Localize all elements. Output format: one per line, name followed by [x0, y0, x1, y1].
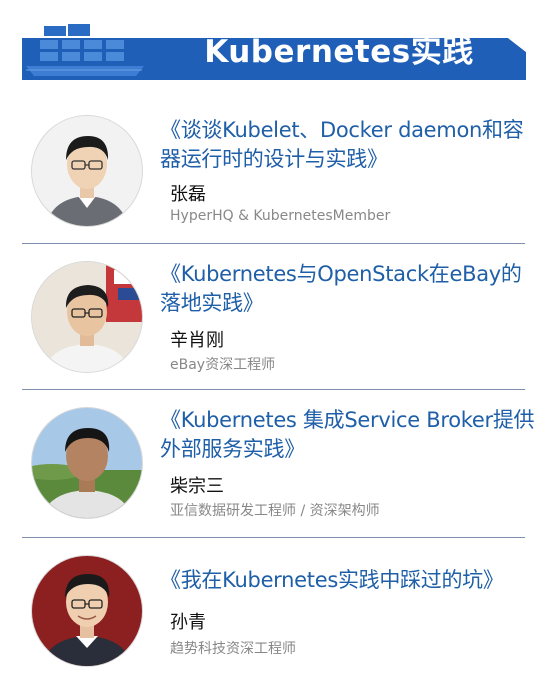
talk-title: 《我在Kubernetes实践中踩过的坑》: [160, 568, 504, 592]
avatar: [32, 408, 142, 518]
speaker-name: 张磊: [170, 184, 206, 205]
speaker-card: 《谈谈Kubelet、Docker daemon和容器运行时的设计与实践》 张磊…: [0, 98, 547, 245]
speaker-role: HyperHQ & KubernetesMember: [170, 208, 391, 224]
speaker-photo: [32, 262, 142, 372]
speaker-role: 亚信数据研发工程师 / 资深架构师: [170, 503, 380, 519]
speaker-role: 趋势科技资深工程师: [170, 641, 296, 657]
page-title: Kubernetes实践: [204, 34, 474, 70]
speaker-photo: [32, 116, 142, 226]
speaker-card: 《我在Kubernetes实践中踩过的坑》 孙青 趋势科技资深工程师: [0, 538, 547, 685]
talk-title: 《Kubernetes 集成Service Broker提供外部服务实践》: [160, 408, 535, 461]
speaker-card: 《Kubernetes 集成Service Broker提供外部服务实践》 柴宗…: [0, 390, 547, 537]
avatar: [32, 262, 142, 372]
speaker-photo: [32, 408, 142, 518]
speaker-card: 《Kubernetes与OpenStack在eBay的落地实践》 辛肖刚 eBa…: [0, 244, 547, 391]
speaker-role: eBay资深工程师: [170, 357, 276, 373]
talk-title: 《谈谈Kubelet、Docker daemon和容器运行时的设计与实践》: [160, 118, 524, 171]
talk-title: 《Kubernetes与OpenStack在eBay的落地实践》: [160, 262, 522, 315]
speaker-name: 柴宗三: [170, 476, 224, 497]
speaker-name: 孙青: [170, 612, 206, 633]
avatar: [32, 556, 142, 666]
speaker-name: 辛肖刚: [170, 330, 224, 351]
speaker-photo: [32, 556, 142, 666]
header-banner: Kubernetes实践: [22, 24, 526, 80]
avatar: [32, 116, 142, 226]
